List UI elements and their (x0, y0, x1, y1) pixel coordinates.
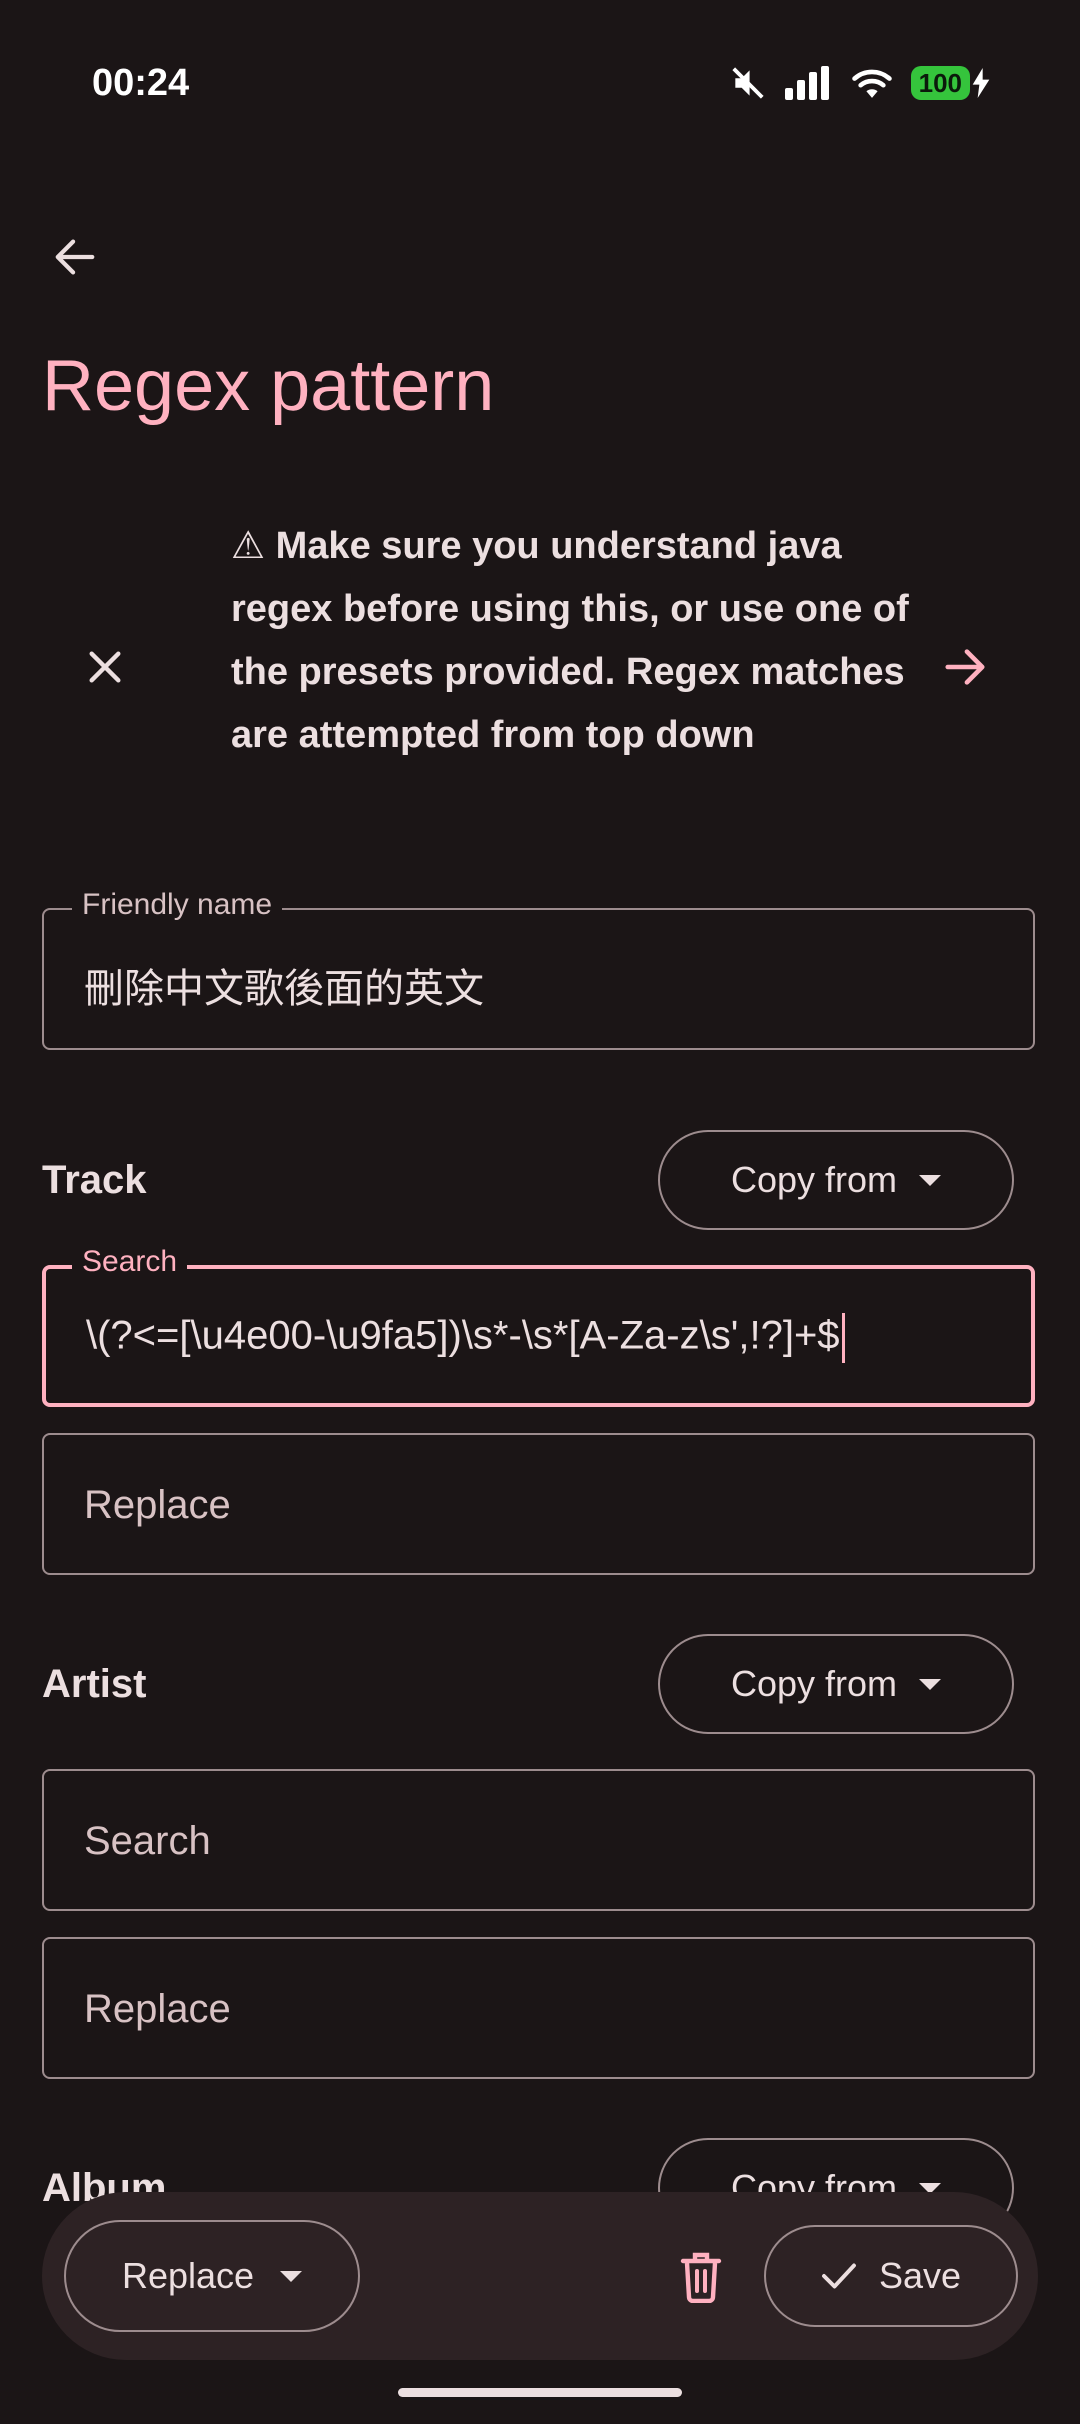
track-replace-placeholder: Replace (84, 1483, 231, 1527)
save-button[interactable]: Save (764, 2225, 1018, 2327)
artist-replace-input[interactable]: Replace (42, 1937, 1035, 2079)
wifi-icon (851, 69, 892, 98)
chevron-down-icon (280, 2270, 303, 2282)
artist-replace-placeholder: Replace (84, 1987, 231, 2031)
warning-text: ⚠ Make sure you understand java regex be… (231, 515, 911, 767)
chevron-down-icon (919, 1678, 942, 1690)
text-cursor (841, 1313, 845, 1363)
artist-copy-from-label: Copy from (730, 1663, 898, 1704)
track-replace-input[interactable]: Replace (42, 1433, 1035, 1575)
artist-search-input[interactable]: Search (42, 1769, 1035, 1911)
friendly-name-field[interactable]: Friendly name 刪除中文歌後面的英文 (42, 888, 1035, 1050)
back-button[interactable] (40, 222, 110, 292)
presets-arrow-button[interactable] (930, 632, 1000, 702)
artist-copy-from-button[interactable]: Copy from (658, 1634, 1014, 1734)
artist-label: Artist (42, 1662, 147, 1706)
signal-icon (784, 66, 829, 100)
mode-label: Replace (121, 2255, 255, 2296)
chevron-down-icon (919, 1174, 942, 1186)
track-search-input[interactable]: Search \(?<=[\u4e00-\u9fa5])\s*-\s*[A-Za… (42, 1245, 1035, 1407)
check-icon (822, 2263, 856, 2289)
track-search-label: Search (72, 1245, 188, 1279)
track-label: Track (42, 1158, 147, 1202)
artist-search-placeholder: Search (84, 1819, 211, 1863)
battery-indicator: 100 (910, 66, 970, 100)
dismiss-warning-button[interactable] (70, 632, 140, 702)
friendly-name-value: 刪除中文歌後面的英文 (84, 967, 484, 1011)
save-label: Save (878, 2255, 962, 2296)
mode-dropdown-button[interactable]: Replace (64, 2220, 360, 2332)
warning-message: Make sure you understand java regex befo… (231, 525, 909, 756)
track-copy-from-label: Copy from (730, 1159, 898, 1200)
warning-icon: ⚠ (231, 525, 266, 567)
mute-icon (732, 67, 764, 99)
close-icon (89, 651, 121, 683)
friendly-name-label: Friendly name (72, 888, 283, 922)
track-search-value: \(?<=[\u4e00-\u9fa5])\s*-\s*[A-Za-z\s',!… (86, 1313, 840, 1358)
track-copy-from-button[interactable]: Copy from (658, 1130, 1014, 1230)
delete-button[interactable] (666, 2240, 736, 2314)
page-title: Regex pattern (42, 346, 495, 426)
trash-icon (680, 2252, 722, 2303)
home-indicator[interactable] (398, 2388, 682, 2397)
arrow-right-icon (945, 649, 985, 685)
status-icons: 100 (729, 64, 990, 102)
status-time: 00:24 (92, 62, 190, 104)
charging-icon (972, 68, 990, 98)
back-arrow-icon (55, 239, 95, 275)
